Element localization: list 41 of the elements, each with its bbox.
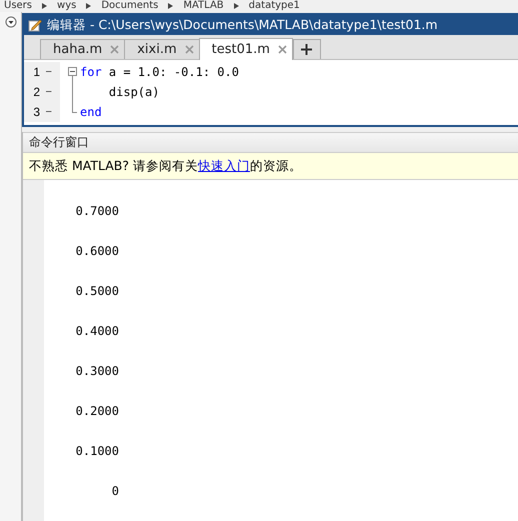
chevron-icon (234, 3, 239, 9)
code-line: for a = 1.0: -0.1: 0.0 (80, 65, 239, 79)
breadcrumb-item[interactable]: wys (57, 0, 76, 12)
dropdown-icon[interactable] (4, 16, 16, 28)
output-value: 0.5000 (74, 283, 119, 300)
breakpoint-marker[interactable]: — (46, 102, 60, 122)
chevron-icon (168, 3, 174, 9)
output-value: 0.3000 (74, 363, 119, 380)
close-icon[interactable] (110, 45, 120, 54)
output-value: 0.7000 (74, 203, 119, 220)
output-value: 0.1000 (74, 443, 119, 460)
pencil-icon (28, 18, 42, 32)
panel-title: 命令行窗口 (23, 132, 518, 153)
line-number: 1 (24, 62, 46, 82)
code-line: disp(a) (108, 85, 160, 99)
output-value: 0 (110, 483, 119, 500)
chevron-icon (42, 3, 48, 9)
file-tab[interactable]: haha.m (40, 39, 126, 59)
quick-start-link[interactable]: 快速入门 (198, 158, 250, 172)
output-value: 0.4000 (74, 323, 119, 340)
code-line: end (80, 105, 102, 119)
output-value: 0.2000 (74, 403, 119, 420)
chevron-icon (86, 3, 92, 9)
breakpoint-marker[interactable]: — (46, 62, 60, 82)
breadcrumb-item[interactable]: datatype1 (248, 0, 300, 12)
breadcrumb-item[interactable]: Users (4, 0, 32, 12)
file-tab[interactable]: xixi.m (124, 39, 200, 59)
file-tab[interactable]: test01.m (198, 38, 293, 60)
add-tab-button[interactable] (292, 39, 321, 59)
window-title: 编辑器 - C:\Users\wys\Documents\MATLAB\datatype1\test01.m (47, 16, 438, 34)
close-icon[interactable] (184, 45, 194, 54)
breakpoint-marker[interactable]: — (46, 82, 60, 102)
notice-text: 不熟悉 MATLAB? 请参阅有关快速入门的资源。 (29, 158, 302, 174)
plus-icon (301, 44, 312, 55)
close-icon[interactable] (278, 45, 287, 54)
breadcrumb-item[interactable]: Documents (101, 0, 158, 12)
fold-bracket-drawing[interactable] (68, 67, 77, 113)
output-value: 0.6000 (74, 243, 119, 260)
line-number: 2 (24, 82, 46, 102)
breadcrumb-item[interactable]: MATLAB (183, 0, 224, 12)
line-number: 3 (24, 102, 46, 122)
